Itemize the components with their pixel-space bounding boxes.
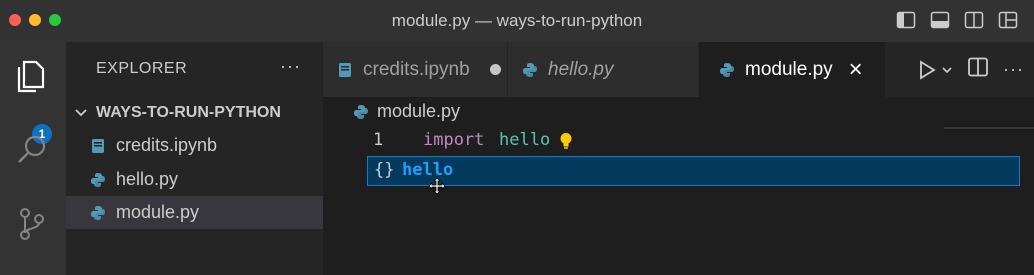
play-icon xyxy=(920,59,936,80)
chevron-down-icon xyxy=(942,66,952,73)
notebook-icon xyxy=(90,138,106,154)
python-icon xyxy=(719,62,735,78)
tab-module[interactable]: module.py × xyxy=(699,42,886,97)
python-icon xyxy=(90,172,106,188)
keyword-token: import xyxy=(423,130,485,150)
line-number: 1 xyxy=(373,130,384,150)
explorer-activity-button[interactable] xyxy=(12,56,52,96)
overview-ruler-mark xyxy=(944,127,1034,129)
chevron-down-icon xyxy=(75,109,87,117)
file-item-module[interactable]: module.py xyxy=(66,196,323,229)
tab-label: credits.ipynb xyxy=(363,58,470,80)
move-cursor-icon xyxy=(428,177,446,195)
toggle-secondary-sidebar-icon[interactable] xyxy=(964,10,984,30)
breadcrumb[interactable]: module.py xyxy=(353,101,460,122)
tab-label: module.py xyxy=(745,58,833,80)
file-item-credits[interactable]: credits.ipynb xyxy=(66,129,323,162)
toggle-primary-sidebar-icon[interactable] xyxy=(896,10,916,30)
layout-controls xyxy=(896,10,1018,30)
split-editor-button[interactable] xyxy=(967,56,989,83)
split-editor-icon xyxy=(968,57,988,77)
files-icon xyxy=(17,60,45,93)
run-python-file-button[interactable] xyxy=(917,59,953,81)
explorer-sidebar: EXPLORER ··· WAYS-TO-RUN-PYTHON credits.… xyxy=(66,42,323,275)
file-label: credits.ipynb xyxy=(116,135,218,155)
search-icon xyxy=(18,135,46,163)
toggle-panel-icon[interactable] xyxy=(930,10,950,30)
title-bar: module.py — ways-to-run-python xyxy=(0,0,1034,43)
python-icon xyxy=(522,62,538,78)
module-symbol-icon: {} xyxy=(374,160,395,180)
module-token: hello xyxy=(499,130,551,150)
editor-more-actions-button[interactable]: ··· xyxy=(1003,59,1024,80)
code-line-1[interactable]: 1 import hello xyxy=(323,130,1034,154)
file-item-hello[interactable]: hello.py xyxy=(66,163,323,196)
customize-layout-icon[interactable] xyxy=(998,10,1018,30)
search-activity-button[interactable] xyxy=(12,130,52,170)
tab-label: hello.py xyxy=(548,58,614,80)
suggestion-widget-item[interactable]: {} hello xyxy=(367,156,1020,186)
python-icon xyxy=(354,104,368,119)
file-label: hello.py xyxy=(116,169,179,189)
lightbulb-icon[interactable] xyxy=(559,132,573,150)
editor-area[interactable]: module.py 1 import hello {} hello xyxy=(323,97,1034,275)
notebook-icon xyxy=(337,62,353,78)
tab-close-button[interactable]: × xyxy=(849,56,863,84)
activity-bar: 1 xyxy=(0,42,66,275)
python-icon xyxy=(90,205,106,221)
source-control-activity-button[interactable] xyxy=(12,204,52,244)
file-label: module.py xyxy=(116,202,200,222)
tab-credits[interactable]: credits.ipynb xyxy=(323,42,508,97)
explorer-more-actions-button[interactable]: ··· xyxy=(280,56,301,77)
breadcrumb-label: module.py xyxy=(377,101,461,121)
source-control-icon xyxy=(20,208,44,240)
sidebar-title: EXPLORER xyxy=(96,60,188,77)
tab-hello[interactable]: hello.py xyxy=(508,42,699,97)
window-title: module.py — ways-to-run-python xyxy=(391,11,643,30)
modified-dot-icon[interactable] xyxy=(489,64,501,75)
workspace-folder[interactable]: WAYS-TO-RUN-PYTHON xyxy=(74,104,281,122)
editor-actions: ··· xyxy=(917,56,1024,83)
editor-tabs: credits.ipynb hello.py module.py × ··· xyxy=(323,42,1034,97)
workspace-folder-label: WAYS-TO-RUN-PYTHON xyxy=(96,104,281,121)
